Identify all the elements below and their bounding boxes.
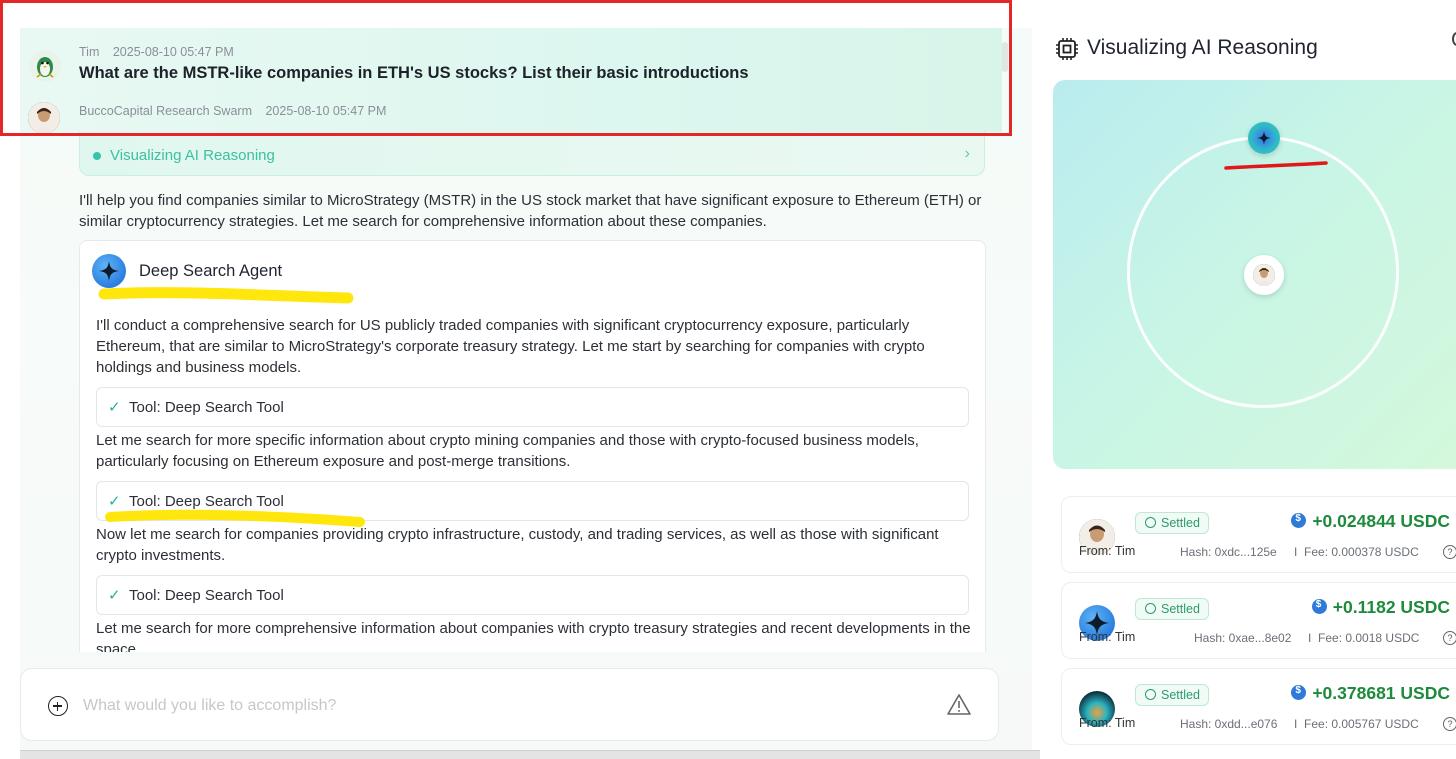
transaction-from: From: Tim: [1079, 544, 1135, 558]
tool-call-row[interactable]: ✓ Tool: Deep Search Tool: [96, 575, 969, 615]
transaction-hash[interactable]: Hash: 0xdd...e076: [1180, 717, 1277, 731]
check-circle-icon: [1145, 689, 1156, 700]
chevron-right-icon: ›: [964, 145, 970, 162]
from-label: From:: [1079, 630, 1112, 644]
center-node[interactable]: [1244, 255, 1284, 295]
usdc-coin-icon: [1291, 513, 1307, 528]
status-label: Settled: [1161, 516, 1200, 530]
help-icon[interactable]: ?: [1443, 631, 1456, 645]
transaction-fee: I Fee: 0.005767 USDC: [1294, 717, 1419, 731]
help-icon[interactable]: ?: [1443, 717, 1456, 731]
center-avatar: [1253, 264, 1275, 286]
check-icon: ✓: [108, 399, 121, 416]
status-badge: Settled: [1135, 512, 1209, 534]
chip-icon: [1055, 37, 1079, 66]
from-value: Tim: [1114, 716, 1136, 730]
agent-paragraph: Let me search for more comprehensive inf…: [96, 620, 971, 652]
transaction-card[interactable]: Settled +0.378681 USDC From: Tim Hash: 0…: [1061, 668, 1456, 745]
transaction-hash[interactable]: Hash: 0xae...8e02: [1194, 631, 1291, 645]
bot-intro-text: I'll help you find companies similar to …: [79, 192, 982, 230]
fee-value: Fee: 0.0018 USDC: [1318, 631, 1420, 645]
fee-value: Fee: 0.000378 USDC: [1304, 545, 1419, 559]
tool-call-label: Tool: Deep Search Tool: [129, 493, 284, 510]
status-label: Settled: [1161, 602, 1200, 616]
agent-paragraph: I'll conduct a comprehensive search for …: [96, 317, 925, 376]
amount-value: +0.378681 USDC: [1312, 683, 1450, 703]
transaction-fee: I Fee: 0.000378 USDC: [1294, 545, 1419, 559]
plus-icon[interactable]: [48, 696, 68, 716]
amount-value: +0.1182 USDC: [1332, 597, 1450, 617]
agent-paragraph: Let me search for more specific informat…: [96, 432, 919, 470]
help-icon[interactable]: ?: [1443, 545, 1456, 559]
transaction-fee: I Fee: 0.0018 USDC: [1308, 631, 1420, 645]
tool-call-label: Tool: Deep Search Tool: [129, 587, 284, 604]
amount-value: +0.024844 USDC: [1312, 511, 1450, 531]
transaction-amount: +0.1182 USDC: [1311, 597, 1450, 618]
status-badge: Settled: [1135, 598, 1209, 620]
warning-icon[interactable]: [946, 693, 972, 722]
tool-call-row[interactable]: ✓ Tool: Deep Search Tool: [96, 387, 969, 427]
highlight-box: [0, 0, 1012, 136]
agent-card: Deep Search Agent I'll conduct a compreh…: [79, 240, 986, 652]
transaction-amount: +0.024844 USDC: [1291, 511, 1450, 532]
fee-value: Fee: 0.005767 USDC: [1304, 717, 1419, 731]
tool-call-label: Tool: Deep Search Tool: [129, 399, 284, 416]
from-label: From:: [1079, 716, 1112, 730]
transaction-hash[interactable]: Hash: 0xdc...125e: [1180, 545, 1277, 559]
tool-call-row[interactable]: ✓ Tool: Deep Search Tool: [96, 481, 969, 521]
prompt-input[interactable]: [83, 693, 903, 719]
prompt-input-box: [20, 668, 999, 741]
transaction-from: From: Tim: [1079, 716, 1135, 730]
transaction-card[interactable]: Settled +0.1182 USDC From: Tim Hash: 0xa…: [1061, 582, 1456, 659]
reasoning-toggle-label: Visualizing AI Reasoning: [110, 147, 275, 164]
reasoning-visualization[interactable]: [1053, 80, 1456, 469]
from-value: Tim: [1114, 630, 1136, 644]
app-window: Tim 2025-08-10 05:47 PM What are the MST…: [0, 0, 1456, 759]
status-label: Settled: [1161, 688, 1200, 702]
check-icon: ✓: [108, 493, 121, 510]
visualizing-reasoning-toggle[interactable]: Visualizing AI Reasoning ›: [79, 132, 985, 176]
agent-node[interactable]: [1248, 122, 1280, 154]
check-circle-icon: [1145, 603, 1156, 614]
transaction-amount: +0.378681 USDC: [1291, 683, 1450, 704]
agent-title: Deep Search Agent: [139, 262, 283, 280]
chat-column: Tim 2025-08-10 05:47 PM What are the MST…: [20, 28, 1032, 750]
from-label: From:: [1079, 544, 1112, 558]
transaction-card[interactable]: Settled +0.024844 USDC From: Tim Hash: 0…: [1061, 496, 1456, 573]
reasoning-panel: Visualizing AI Reasoning Settled $ +0.02…: [1040, 28, 1456, 759]
status-badge: Settled: [1135, 684, 1209, 706]
panel-corner-icon[interactable]: [1452, 32, 1456, 46]
check-icon: ✓: [108, 587, 121, 604]
check-circle-icon: [1145, 517, 1156, 528]
from-value: Tim: [1114, 544, 1136, 558]
sparkle-icon: [92, 254, 126, 288]
usdc-coin-icon: [1311, 599, 1327, 614]
transaction-from: From: Tim: [1079, 630, 1135, 644]
panel-title: Visualizing AI Reasoning: [1087, 36, 1318, 59]
usdc-coin-icon: [1291, 685, 1307, 700]
agent-paragraph: Now let me search for companies providin…: [96, 526, 939, 564]
status-dot-icon: [93, 152, 101, 160]
